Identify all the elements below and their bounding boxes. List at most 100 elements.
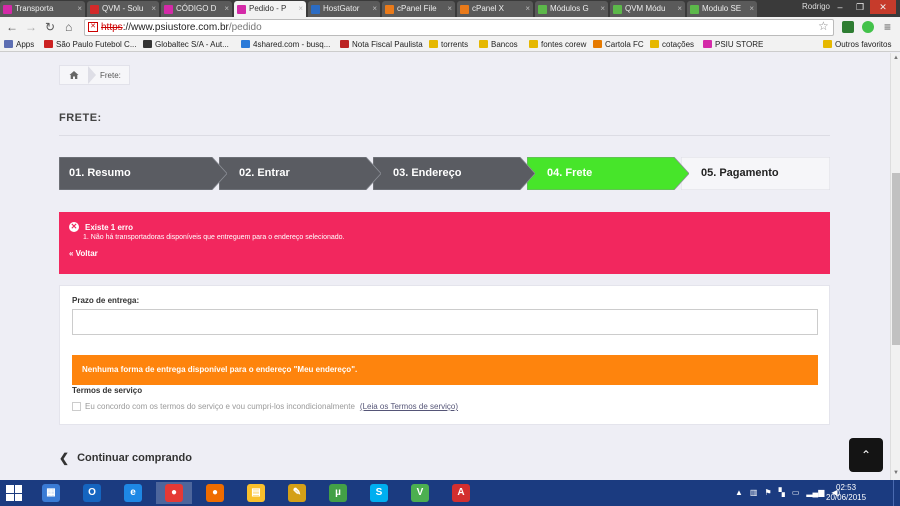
profile-name[interactable]: Rodrigo (802, 2, 830, 11)
bookmark-star-icon[interactable]: ☆ (818, 19, 829, 33)
terms-link[interactable]: (Leia os Termos de serviço) (360, 402, 458, 411)
terms-title: Termos de serviço (72, 386, 143, 395)
browser-tab[interactable]: QVM Módu × (610, 1, 685, 17)
checkout-step[interactable]: 03. Endereço (373, 157, 535, 190)
tray-signal-icon[interactable]: ▂▄▆ (806, 488, 824, 497)
extension-green-icon[interactable] (862, 21, 874, 33)
tray-monitor-icon[interactable]: ▭ (792, 488, 800, 497)
taskbar-clock[interactable]: 02:53 20/06/2015 (826, 483, 866, 503)
bookmark-item[interactable]: fontes corew (529, 39, 586, 51)
taskbar-app[interactable]: ✎ (279, 482, 315, 504)
tab-favicon-icon (690, 5, 699, 14)
browser-tab[interactable]: Modulo SE × (687, 1, 757, 17)
close-window-button[interactable]: ✕ (870, 0, 896, 14)
maximize-button[interactable]: ❐ (850, 0, 870, 14)
taskbar-app[interactable]: O (74, 482, 110, 504)
show-desktop-button[interactable] (893, 480, 900, 506)
reload-icon[interactable]: ↻ (45, 20, 55, 34)
bookmark-item[interactable]: cotações (650, 39, 694, 51)
clock-date: 20/06/2015 (826, 493, 867, 502)
bookmark-item[interactable]: PSIU STORE (703, 39, 763, 51)
tray-flag-icon[interactable]: ⚑ (764, 488, 771, 497)
breadcrumb-home[interactable] (60, 66, 88, 84)
checkout-step-label: 02. Entrar (239, 167, 290, 179)
bookmark-item[interactable]: Outros favoritos (823, 39, 891, 51)
tab-close-icon[interactable]: × (600, 1, 605, 17)
taskbar-app[interactable]: ▦ (33, 482, 69, 504)
bookmark-label: torrents (441, 40, 469, 49)
tab-close-icon[interactable]: × (224, 1, 229, 17)
internet-explorer-icon: e (124, 484, 142, 502)
tab-close-icon[interactable]: × (77, 1, 82, 17)
browser-tab[interactable]: Pedido - P × (234, 1, 306, 17)
scrollbar-thumb[interactable] (892, 173, 900, 345)
taskbar-app[interactable]: A (443, 482, 479, 504)
bookmark-item[interactable]: 4shared.com - busq... (241, 39, 330, 51)
bookmark-item[interactable]: Apps (4, 39, 34, 51)
scroll-down-arrow-icon[interactable]: ▼ (893, 470, 899, 476)
browser-tab[interactable]: Módulos G × (535, 1, 608, 17)
windows-start-icon[interactable] (6, 485, 22, 501)
bookmark-item[interactable]: Globaltec S/A - Aut... (143, 39, 229, 51)
bookmark-item[interactable]: São Paulo Futebol C... (44, 39, 137, 51)
continue-shopping-link[interactable]: ❮ Continuar comprando (59, 451, 192, 465)
forward-arrow-icon[interactable]: → (25, 20, 37, 34)
tab-close-icon[interactable]: × (298, 1, 303, 17)
tab-close-icon[interactable]: × (372, 1, 377, 17)
address-bar[interactable]: ✕ https://www.psiustore.com.br/pedido (84, 19, 834, 36)
tab-close-icon[interactable]: × (151, 1, 156, 17)
insecure-lock-icon[interactable]: ✕ (88, 22, 98, 32)
chevron-left-icon: ❮ (59, 451, 70, 465)
browser-tab[interactable]: CÓDIGO D × (161, 1, 232, 17)
bookmark-item[interactable]: Cartola FC (593, 39, 644, 51)
tab-label: Módulos G (550, 4, 589, 13)
tray-network-icon[interactable]: ▚ (779, 488, 785, 497)
scroll-up-arrow-icon[interactable]: ▲ (893, 55, 899, 61)
minimize-button[interactable]: – (830, 0, 850, 14)
bookmark-item[interactable]: torrents (429, 39, 468, 51)
extension-icon[interactable] (842, 21, 854, 33)
taskbar-app[interactable]: e (115, 482, 151, 504)
back-arrow-icon[interactable]: ← (6, 20, 18, 34)
bookmark-label: São Paulo Futebol C... (56, 40, 137, 49)
tray-expand-icon[interactable]: ▲ (735, 488, 743, 497)
tab-close-icon[interactable]: × (525, 1, 530, 17)
tab-close-icon[interactable]: × (447, 1, 452, 17)
checkout-step[interactable]: 01. Resumo (59, 157, 227, 190)
checkout-step[interactable]: 02. Entrar (219, 157, 381, 190)
taskbar: ▦ Oe ● ● ▤ ✎ µ S V A ▲ ▥ ⚑ ▚ ▭ ▂▄▆ ◀) 02:53 20/06… (0, 480, 900, 506)
back-link[interactable]: « Voltar (69, 249, 830, 258)
taskbar-app[interactable]: S (361, 482, 397, 504)
error-circle-icon: ✕ (69, 222, 79, 232)
delivery-time-field[interactable] (72, 309, 818, 335)
home-icon[interactable]: ⌂ (65, 20, 72, 34)
taskbar-app[interactable]: ● (197, 482, 233, 504)
checkout-step[interactable]: 05. Pagamento (681, 157, 830, 190)
outlook-icon: O (83, 484, 101, 502)
tab-close-icon[interactable]: × (749, 1, 754, 17)
url-path: /pedido (228, 22, 262, 33)
back-to-top-button[interactable]: ⌃ (849, 438, 883, 472)
browser-tab[interactable]: HostGator × (308, 1, 380, 17)
menu-icon[interactable]: ≡ (884, 20, 891, 34)
bookmark-item[interactable]: Bancos (479, 39, 518, 51)
taskbar-app[interactable]: µ (320, 482, 356, 504)
tool-icon: ✎ (288, 484, 306, 502)
bookmark-item[interactable]: Nota Fiscal Paulista (340, 39, 423, 51)
bookmark-icon (143, 40, 152, 48)
terms-row: Eu concordo com os termos do serviço e v… (72, 402, 458, 411)
browser-tab[interactable]: cPanel X × (457, 1, 533, 17)
browser-tab[interactable]: QVM - Solu × (87, 1, 159, 17)
taskbar-app[interactable]: ● (156, 482, 192, 504)
clock-time: 02:53 (836, 483, 857, 492)
browser-tab[interactable]: Transporta × (0, 1, 85, 17)
tray-keyboard-icon[interactable]: ▥ (750, 488, 758, 497)
terms-checkbox[interactable] (72, 402, 81, 411)
checkout-step[interactable]: 04. Frete (527, 157, 689, 190)
taskbar-app[interactable]: ▤ (238, 482, 274, 504)
taskbar-app[interactable]: V (402, 482, 438, 504)
page-scrollbar[interactable]: ▲ ▼ (890, 53, 900, 480)
tab-close-icon[interactable]: × (677, 1, 682, 17)
browser-tab[interactable]: cPanel File × (382, 1, 455, 17)
breadcrumb-separator (88, 66, 96, 84)
